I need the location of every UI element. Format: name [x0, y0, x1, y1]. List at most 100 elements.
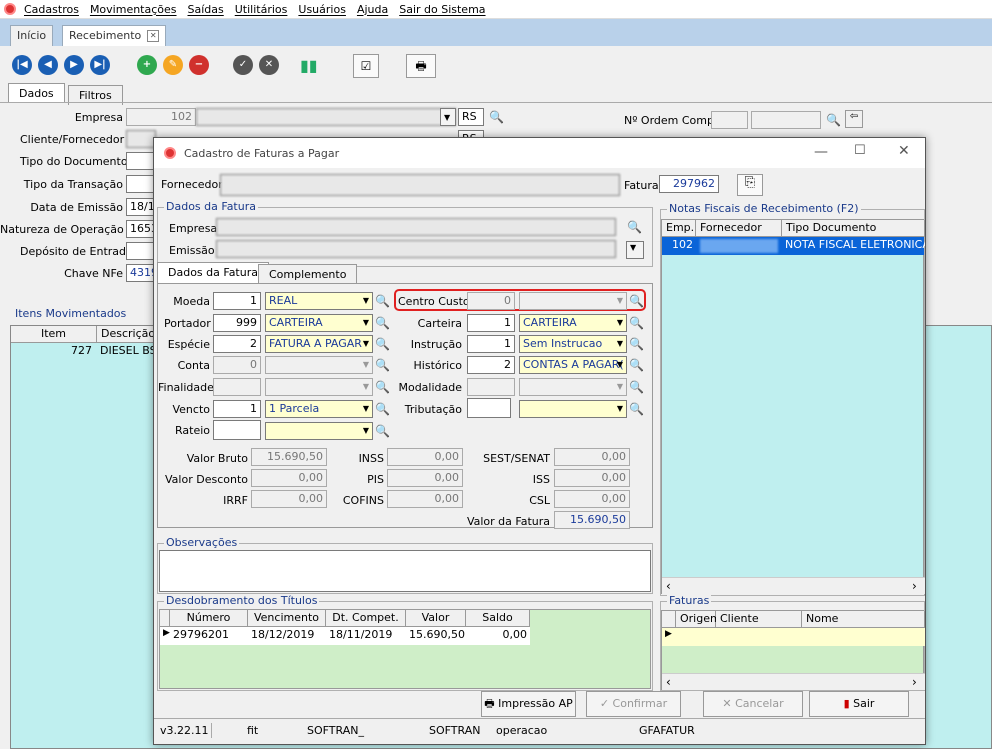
chevron-down-icon[interactable]: ▼	[360, 423, 372, 439]
carteira-code-field[interactable]: 1	[467, 314, 515, 332]
menu-cadastros[interactable]: Cadastros	[24, 3, 79, 16]
finalidade-select[interactable]	[265, 378, 373, 396]
impressao-ap-button[interactable]: 🖶 Impressão AP	[481, 691, 576, 717]
empresa-field[interactable]	[216, 218, 616, 236]
tab-complemento[interactable]: Complemento	[258, 264, 358, 284]
tab-dados[interactable]: Dados	[8, 83, 65, 103]
col-tipo-documento[interactable]: Tipo Documento	[782, 220, 925, 237]
search-icon[interactable]: 🔍	[627, 220, 642, 234]
search-icon[interactable]: 🔍	[375, 337, 390, 351]
search-icon[interactable]: 🔍	[629, 402, 644, 416]
notas-fiscais-grid[interactable]: Emp. Fornecedor Tipo Documento 102 NOTA …	[661, 219, 925, 594]
fornecedor-field[interactable]	[220, 174, 620, 196]
chevron-down-icon[interactable]: ▼	[614, 315, 626, 331]
especie-code-field[interactable]: 2	[213, 335, 261, 353]
tributacao-select[interactable]	[519, 400, 627, 418]
add-icon[interactable]: +	[137, 55, 157, 75]
table-row[interactable]: ▶	[662, 628, 925, 646]
chevron-down-icon[interactable]: ▼	[614, 336, 626, 352]
finalidade-code-field[interactable]	[213, 378, 261, 396]
chevron-down-icon[interactable]: ▼	[360, 293, 372, 309]
search-icon[interactable]: 🔍	[629, 316, 644, 330]
menu-usuarios[interactable]: Usuários	[298, 3, 346, 16]
menu-ajuda[interactable]: Ajuda	[357, 3, 388, 16]
previous-record-icon[interactable]: ◀	[38, 55, 58, 75]
centro-custo-select[interactable]	[519, 292, 627, 310]
first-record-icon[interactable]: |◀	[12, 55, 32, 75]
tab-inicio[interactable]: Início	[10, 25, 54, 46]
fatura-field[interactable]: 297962	[659, 175, 719, 193]
sair-button[interactable]: ▮ Sair	[809, 691, 909, 717]
ordem-field-1[interactable]	[711, 111, 748, 129]
moeda-select[interactable]: REAL	[265, 292, 373, 310]
maximize-icon[interactable]: ☐	[854, 143, 866, 158]
search-icon[interactable]: 🔍	[375, 424, 390, 438]
deposito-field[interactable]	[126, 242, 156, 260]
observacoes-textarea[interactable]	[159, 550, 651, 592]
search-icon[interactable]: 🔍	[629, 358, 644, 372]
inss-field[interactable]: 0,00	[387, 448, 463, 466]
chevron-down-icon[interactable]: ▼	[614, 357, 626, 373]
historico-select[interactable]: CONTAS A PAGAR(	[519, 356, 627, 374]
menu-sair[interactable]: Sair do Sistema	[399, 3, 485, 16]
historico-code-field[interactable]: 2	[467, 356, 515, 374]
copy-icon[interactable]: ⎘	[737, 174, 763, 196]
natureza-field[interactable]: 1653	[126, 220, 156, 238]
irrf-field[interactable]: 0,00	[251, 490, 327, 508]
search-icon[interactable]: 🔍	[629, 380, 644, 394]
valor-bruto-field[interactable]: 15.690,50	[251, 448, 327, 466]
close-icon[interactable]: ✕	[147, 30, 160, 42]
search-icon[interactable]: 🔍	[375, 358, 390, 372]
desdobramento-grid[interactable]: Número Vencimento Dt. Compet. Valor Sald…	[159, 609, 651, 689]
centro-custo-code-field[interactable]: 0	[467, 292, 515, 310]
vencto-select[interactable]: 1 Parcela	[265, 400, 373, 418]
col-dt-compet[interactable]: Dt. Compet.	[326, 610, 406, 627]
search-icon[interactable]: 🔍	[826, 113, 841, 127]
col-descricao[interactable]: Descrição	[97, 326, 157, 343]
portador-code-field[interactable]: 999	[213, 314, 261, 332]
modalidade-select[interactable]	[519, 378, 627, 396]
chevron-down-icon[interactable]: ▼	[360, 336, 372, 352]
chevron-down-icon[interactable]: ▼	[360, 357, 372, 373]
pis-field[interactable]: 0,00	[387, 469, 463, 487]
print-icon[interactable]: 🖶	[406, 54, 436, 78]
chevron-down-icon[interactable]: ▼	[614, 401, 626, 417]
search-icon[interactable]: 🔍	[375, 316, 390, 330]
sest-senat-field[interactable]: 0,00	[554, 448, 630, 466]
moeda-code-field[interactable]: 1	[213, 292, 261, 310]
tab-recebimento[interactable]: Recebimento ✕	[62, 25, 167, 46]
dropdown-button[interactable]: ▼	[440, 108, 456, 126]
search-icon[interactable]: 🔍	[629, 294, 644, 308]
chevron-right-icon[interactable]: ›	[912, 579, 917, 593]
horizontal-scrollbar[interactable]: ‹ ›	[662, 673, 925, 690]
rateio-select[interactable]	[265, 422, 373, 440]
col-vencimento[interactable]: Vencimento	[248, 610, 326, 627]
faturas-grid[interactable]: Origem Cliente Nome ▶ ‹ ›	[661, 610, 925, 690]
cancel-icon[interactable]: ✕	[259, 55, 279, 75]
tributacao-code-field[interactable]	[467, 398, 511, 418]
cliente-field[interactable]	[126, 130, 156, 148]
search-icon[interactable]: 🔍	[375, 380, 390, 394]
table-row[interactable]: 727 DIESEL BS5	[11, 343, 157, 361]
next-record-icon[interactable]: ▶	[64, 55, 84, 75]
data-emissao-field[interactable]: 18/11/	[126, 198, 156, 216]
chevron-down-icon[interactable]: ▼	[626, 241, 644, 259]
chevron-down-icon[interactable]: ▼	[360, 401, 372, 417]
edit-icon[interactable]: ✎	[163, 55, 183, 75]
conta-code-field[interactable]: 0	[213, 356, 261, 374]
chevron-down-icon[interactable]: ▼	[614, 293, 626, 309]
col-origem[interactable]: Origem	[676, 611, 721, 628]
vencto-code-field[interactable]: 1	[213, 400, 261, 418]
table-row[interactable]: ▶ 29796201 18/12/2019 18/11/2019 15.690,…	[160, 627, 530, 645]
search-icon[interactable]: 🔍	[375, 402, 390, 416]
chevron-down-icon[interactable]: ▼	[614, 379, 626, 395]
col-cliente[interactable]: Cliente	[716, 611, 802, 628]
tipo-documento-field[interactable]	[126, 152, 156, 170]
search-icon[interactable]: 🔍	[489, 110, 504, 124]
report-icon[interactable]: ☑	[353, 54, 379, 78]
chevron-left-icon[interactable]: ‹	[666, 675, 671, 689]
ordem-field-2[interactable]	[751, 111, 821, 129]
chevron-left-icon[interactable]: ‹	[666, 579, 671, 593]
carteira-select[interactable]: CARTEIRA	[519, 314, 627, 332]
cofins-field[interactable]: 0,00	[387, 490, 463, 508]
